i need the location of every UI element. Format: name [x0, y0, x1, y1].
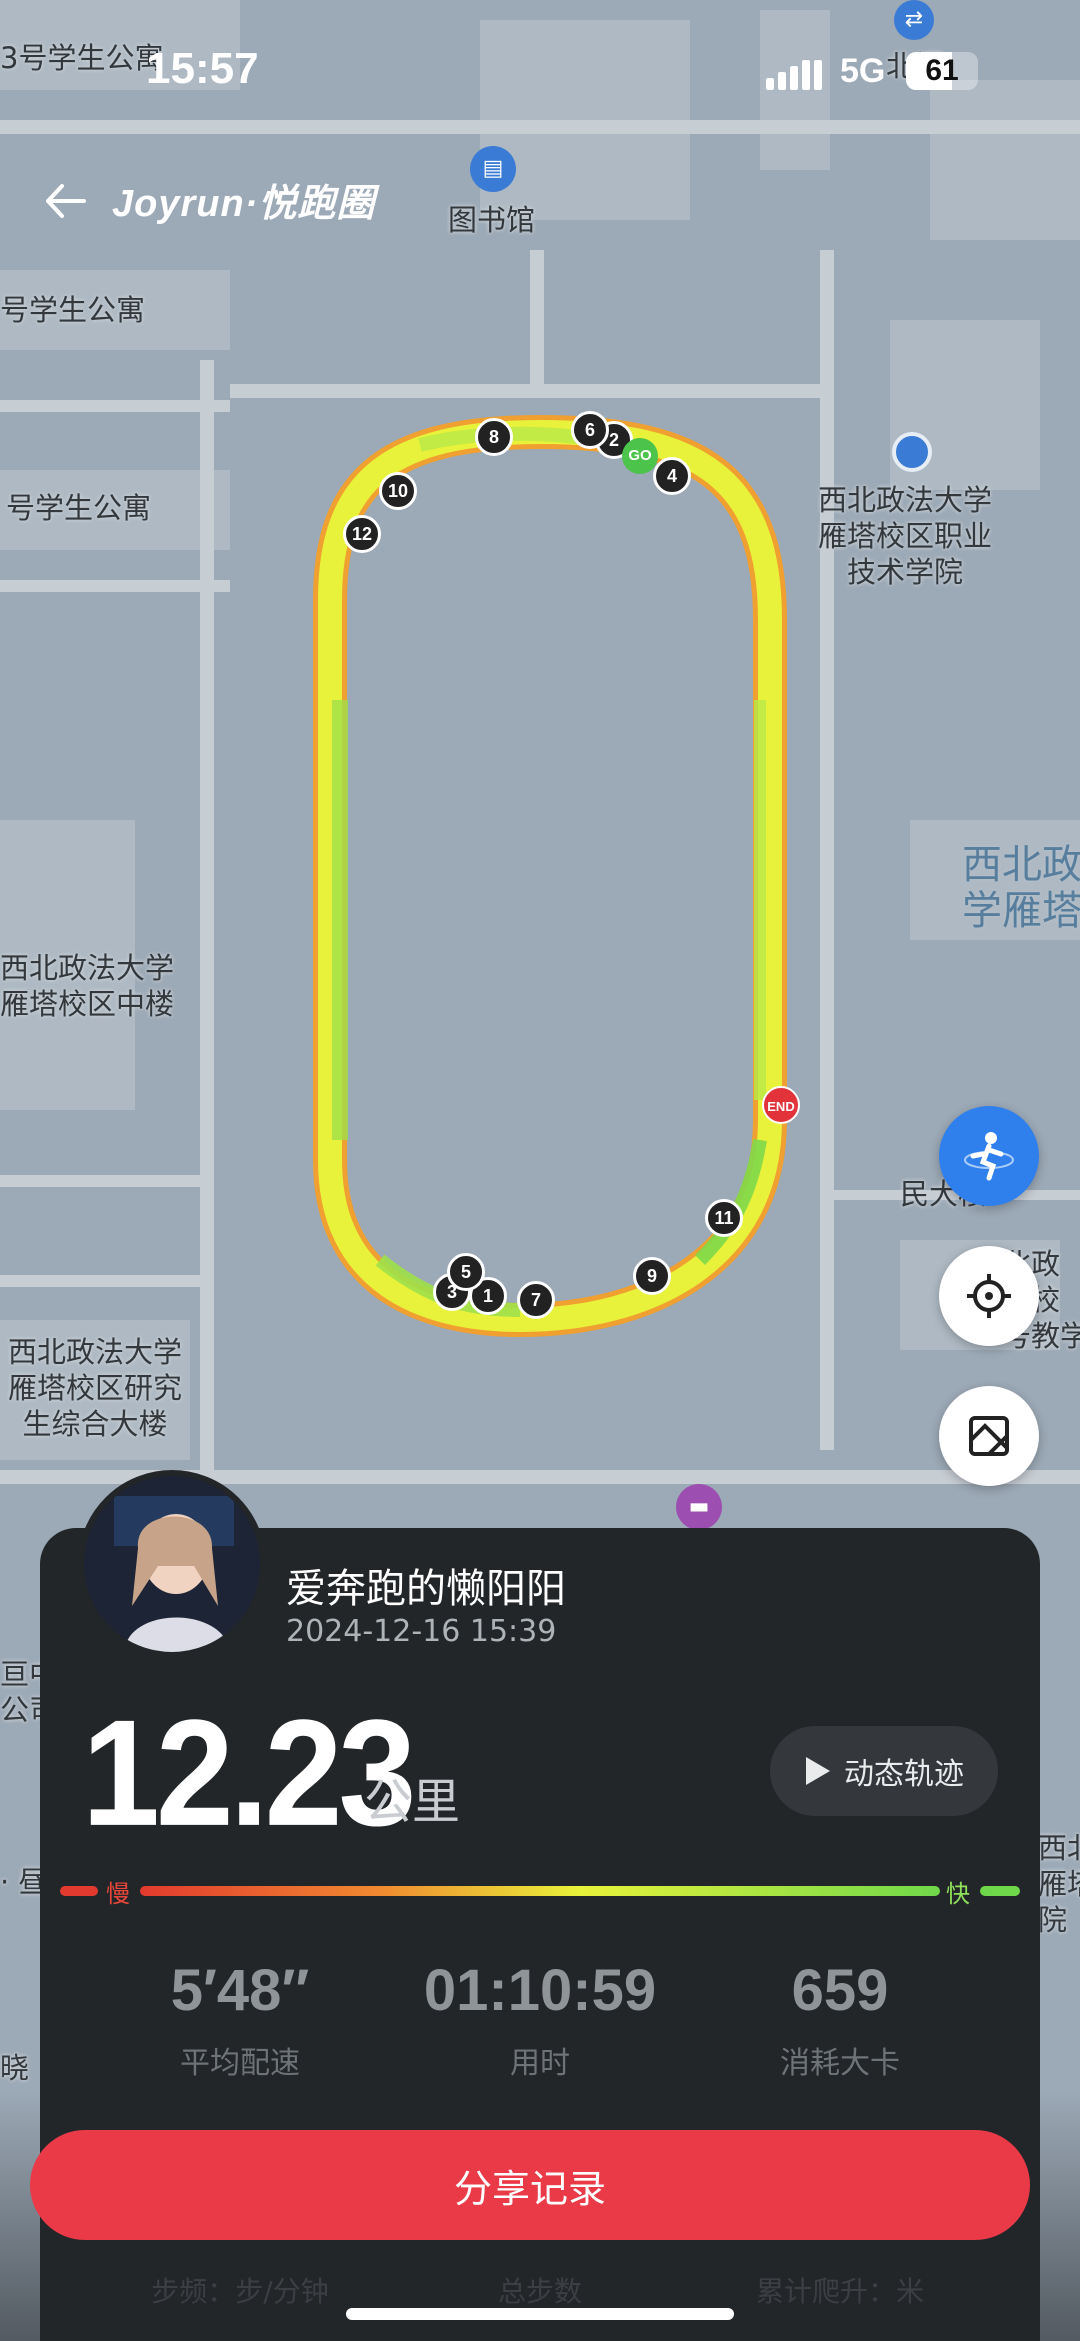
end-marker: END [762, 1086, 800, 1124]
map-label-cut: 晓 [0, 2051, 30, 2085]
pace-legend-bar [60, 1886, 1020, 1896]
share-record-button[interactable]: 分享记录 [30, 2130, 1030, 2240]
stat-label: 消耗大卡 [780, 2046, 900, 2081]
track-replay-button[interactable]: 动态轨迹 [770, 1726, 998, 1816]
stat-avg-pace: 5′48″ 平均配速 [90, 1956, 390, 2082]
stat-value: 5′48″ [170, 1958, 310, 2023]
app-logo: Joyrun·悦跑圈 [112, 183, 376, 225]
map-label-graduate-building: 西北政法大学 雁塔校区研究 生综合大楼 [8, 1335, 183, 1441]
runner-icon [964, 1132, 1014, 1181]
stat-cadence: 步频：步/分钟 [151, 2275, 329, 2308]
home-indicator[interactable] [346, 2308, 734, 2320]
route-marker: 6 [571, 411, 609, 449]
route-marker: 8 [475, 418, 513, 456]
map-label-middle-building: 西北政法大学 雁塔校区中楼 [0, 951, 175, 1021]
map-label-dorm: 号学生公寓 [0, 293, 146, 327]
track-replay-label: 动态轨迹 [844, 1757, 964, 1792]
map-label-vocational: 西北政法大学 雁塔校区职业 技术学院 [818, 483, 993, 589]
signal-icon [766, 60, 822, 90]
status-bar: 15:57 5G 61 [0, 0, 1080, 140]
stat-elevation: 累计爬升：米 [755, 2275, 924, 2308]
map-label-campus: 西北政 学雁塔 [962, 842, 1080, 934]
play-icon [806, 1757, 830, 1785]
map-label-library: 图书馆 [448, 203, 536, 237]
route-marker: 7 [517, 1281, 555, 1319]
distance-unit: 公里 [364, 1774, 461, 1830]
avatar[interactable] [78, 1470, 266, 1658]
crosshair-icon [967, 1274, 1011, 1318]
pace-slow-label: 慢 [106, 1880, 130, 1908]
map-style-button[interactable] [939, 1386, 1039, 1486]
library-pin-icon: ▤ [470, 146, 516, 192]
map-layer-icon [969, 1416, 1009, 1456]
network-type: 5G [840, 52, 886, 90]
start-marker: GO [622, 438, 658, 474]
run-mode-button[interactable] [939, 1106, 1039, 1206]
route-marker: 12 [343, 515, 381, 553]
battery-icon: 61 [906, 52, 978, 90]
location-pin-icon [892, 432, 932, 472]
stat-label: 用时 [510, 2046, 570, 2081]
user-name: 爱奔跑的懒阳阳 [286, 1566, 566, 1612]
route-marker: 10 [379, 472, 417, 510]
stat-label: 平均配速 [180, 2046, 300, 2081]
map-label-dorm: 号学生公寓 [6, 491, 152, 525]
stat-steps: 总步数 [497, 2275, 582, 2308]
stat-value: 659 [791, 1958, 889, 2023]
stat-duration: 01:10:59 用时 [390, 1956, 690, 2082]
route-marker: 5 [447, 1253, 485, 1291]
status-time: 15:57 [146, 44, 259, 93]
run-date: 2024-12-16 15:39 [286, 1614, 557, 1649]
route-marker: 11 [705, 1199, 743, 1237]
hotel-pin-icon: ▬ [676, 1484, 722, 1530]
battery-level: 61 [925, 54, 959, 87]
stat-calories: 659 消耗大卡 [690, 1956, 990, 2082]
back-arrow-icon[interactable] [40, 176, 90, 226]
run-distance: 12.23 [82, 1687, 416, 1858]
pace-fast-label: 快 [946, 1880, 970, 1908]
map-label-cut: 西北 雁塔 院 [1038, 1831, 1080, 1937]
locate-button[interactable] [939, 1246, 1039, 1346]
stat-value: 01:10:59 [423, 1958, 657, 2023]
route-marker: 9 [633, 1257, 671, 1295]
route-marker: 4 [653, 457, 691, 495]
